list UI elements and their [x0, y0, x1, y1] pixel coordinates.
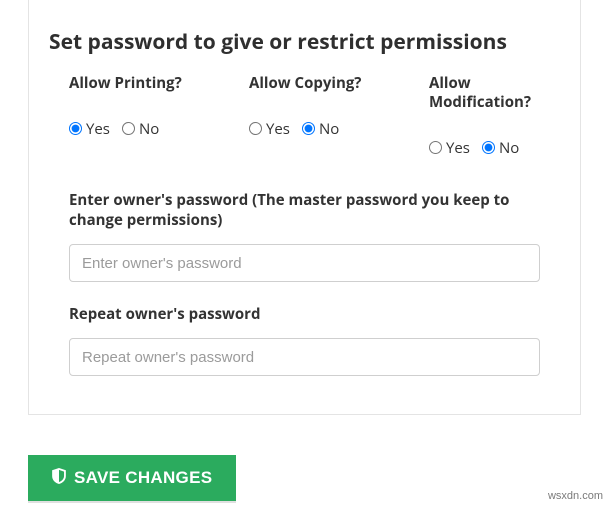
allow-modification-radios: Yes No: [429, 138, 560, 158]
repeat-password-input[interactable]: [69, 338, 540, 376]
allow-printing-group: Allow Printing? Yes No: [69, 74, 249, 158]
allow-copying-group: Allow Copying? Yes No: [249, 74, 429, 158]
allow-printing-yes-radio[interactable]: [69, 122, 82, 135]
shield-icon: [52, 468, 74, 489]
allow-copying-no-text: No: [319, 119, 339, 139]
save-changes-label: SAVE CHANGES: [74, 468, 212, 488]
allow-modification-yes-radio[interactable]: [429, 141, 442, 154]
allow-modification-group: Allow Modification? Yes No: [429, 74, 560, 158]
allow-printing-yes[interactable]: Yes: [69, 119, 110, 139]
allow-modification-yes-text: Yes: [446, 138, 470, 158]
allow-printing-label: Allow Printing?: [69, 74, 249, 93]
allow-modification-yes[interactable]: Yes: [429, 138, 470, 158]
watermark-text: wsxdn.com: [548, 490, 603, 502]
allow-copying-no-radio[interactable]: [302, 122, 315, 135]
allow-copying-yes[interactable]: Yes: [249, 119, 290, 139]
allow-copying-radios: Yes No: [249, 119, 429, 139]
allow-copying-yes-radio[interactable]: [249, 122, 262, 135]
save-changes-button[interactable]: SAVE CHANGES: [28, 455, 236, 501]
permissions-row: Allow Printing? Yes No Allow Copying? Ye…: [49, 74, 560, 158]
allow-modification-no-radio[interactable]: [482, 141, 495, 154]
allow-printing-no[interactable]: No: [122, 119, 159, 139]
allow-copying-label: Allow Copying?: [249, 74, 429, 93]
permissions-panel: Set password to give or restrict permiss…: [28, 0, 581, 415]
repeat-password-label: Repeat owner's password: [69, 304, 560, 324]
owner-password-label: Enter owner's password (The master passw…: [69, 190, 560, 231]
allow-printing-radios: Yes No: [69, 119, 249, 139]
allow-modification-no[interactable]: No: [482, 138, 519, 158]
allow-modification-label: Allow Modification?: [429, 74, 560, 112]
allow-copying-yes-text: Yes: [266, 119, 290, 139]
allow-copying-no[interactable]: No: [302, 119, 339, 139]
allow-printing-no-text: No: [139, 119, 159, 139]
panel-heading: Set password to give or restrict permiss…: [49, 28, 560, 56]
owner-password-input[interactable]: [69, 244, 540, 282]
allow-printing-yes-text: Yes: [86, 119, 110, 139]
allow-modification-no-text: No: [499, 138, 519, 158]
allow-printing-no-radio[interactable]: [122, 122, 135, 135]
